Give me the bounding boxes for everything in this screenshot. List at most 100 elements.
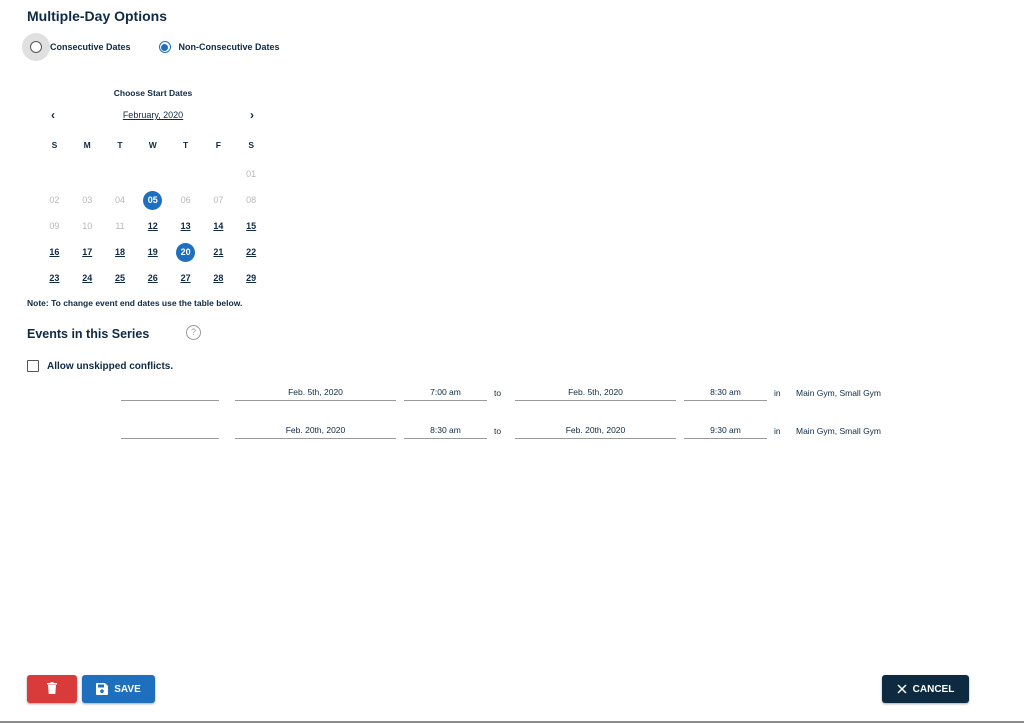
radio-dot [161,43,169,51]
calendar-day-label: 28 [213,273,224,283]
calendar-day-29[interactable]: 29 [235,265,268,291]
calendar-nav: ‹ February, 2020 › [40,108,266,122]
calendar-day-label: 04 [114,195,125,205]
weekday-header: M [83,140,91,150]
delete-button[interactable] [27,675,77,703]
calendar-day-label: 03 [82,195,93,205]
event-name-input[interactable] [121,424,219,439]
calendar-day-label: 25 [114,273,125,283]
calendar-day-13[interactable]: 13 [169,213,202,239]
calendar-day-23[interactable]: 23 [38,265,71,291]
calendar-title: Choose Start Dates [113,88,193,98]
calendar-day-label: 02 [49,195,60,205]
calendar-day-11: 11 [104,213,137,239]
calendar-grid: S M T W T F S 01 02 03 04 05 06 07 08 09 10 11 12 13 14 15 16 1… [38,135,268,291]
calendar-day-12[interactable]: 12 [136,213,169,239]
cancel-label: CANCEL [912,683,955,695]
end-date-input[interactable]: Feb. 5th, 2020 [515,386,676,401]
calendar-day-label: 15 [246,221,257,231]
radio-circle-unchecked[interactable] [30,41,42,53]
calendar-day-05[interactable]: 05 [136,187,169,213]
calendar-day-label: 19 [147,247,158,257]
calendar-day-27[interactable]: 27 [169,265,202,291]
floppy-disk-icon [96,683,109,695]
calendar-day-08: 08 [235,187,268,213]
event-name-input[interactable] [121,386,219,401]
page-title: Multiple-Day Options [27,8,167,24]
chevron-right-icon[interactable]: › [250,108,254,122]
calendar-blank [136,161,169,187]
help-circle-icon[interactable]: ? [186,325,201,340]
calendar-month-label[interactable]: February, 2020 [40,108,266,122]
calendar-day-15[interactable]: 15 [235,213,268,239]
calendar-day-06: 06 [169,187,202,213]
radio-label: Consecutive Dates [50,42,131,52]
calendar-day-label: 13 [180,221,191,231]
calendar-day-label: 27 [180,273,191,283]
radio-non-consecutive-dates[interactable]: Non-Consecutive Dates [151,33,280,61]
calendar-day-10: 10 [71,213,104,239]
calendar-note: Note: To change event end dates use the … [27,298,243,308]
calendar-day-24[interactable]: 24 [71,265,104,291]
radio-focus-halo [22,33,50,61]
calendar-day-22[interactable]: 22 [235,239,268,265]
radio-label: Non-Consecutive Dates [178,42,280,52]
to-label: to [494,426,502,436]
start-time-input[interactable]: 8:30 am [404,424,487,439]
calendar-day-17[interactable]: 17 [71,239,104,265]
close-icon [897,684,907,694]
calendar-day-03: 03 [71,187,104,213]
calendar-day-label: 17 [82,247,93,257]
cancel-button[interactable]: CANCEL [882,675,969,703]
calendar-day-label: 14 [213,221,224,231]
calendar-day-21[interactable]: 21 [202,239,235,265]
weekday-header: S [248,140,255,150]
calendar-blank [202,161,235,187]
calendar-day-label: 18 [114,247,125,257]
weekday-header: T [117,140,123,150]
calendar-day-label: 29 [246,273,257,283]
to-label: to [494,388,502,398]
weekday-header: T [182,140,189,150]
radio-halo [151,33,179,61]
save-label: SAVE [114,683,141,695]
trash-icon [47,681,57,697]
location-text: Main Gym, Small Gym [796,388,882,398]
calendar-day-label: 05 [143,190,163,210]
allow-conflicts-label: Allow unskipped conflicts. [47,360,174,372]
calendar-day-25[interactable]: 25 [104,265,137,291]
calendar-day-09: 09 [38,213,71,239]
weekday-header: S [51,140,58,150]
calendar-day-label: 09 [49,221,60,231]
calendar-day-label: 06 [180,195,191,205]
calendar-day-label: 24 [82,273,93,283]
end-date-input[interactable]: Feb. 20th, 2020 [515,424,676,439]
start-date-input[interactable]: Feb. 20th, 2020 [235,424,396,439]
allow-conflicts-row[interactable]: Allow unskipped conflicts. [27,360,173,372]
end-time-input[interactable]: 8:30 am [684,386,767,401]
calendar-day-18[interactable]: 18 [104,239,137,265]
calendar-day-label: 10 [82,221,93,231]
start-date-input[interactable]: Feb. 5th, 2020 [235,386,396,401]
calendar-blank [104,161,137,187]
calendar-day-16[interactable]: 16 [38,239,71,265]
calendar-day-19[interactable]: 19 [136,239,169,265]
allow-conflicts-checkbox[interactable] [27,360,39,372]
calendar-day-label: 07 [213,195,224,205]
calendar-blank [71,161,104,187]
calendar-day-26[interactable]: 26 [136,265,169,291]
radio-circle-checked[interactable] [158,41,171,53]
calendar-day-label: 20 [176,242,196,262]
calendar-day-28[interactable]: 28 [202,265,235,291]
calendar-day-14[interactable]: 14 [202,213,235,239]
save-button[interactable]: SAVE [82,675,155,703]
in-label: in [774,426,781,436]
start-time-input[interactable]: 7:00 am [404,386,487,401]
calendar-day-20[interactable]: 20 [169,239,202,265]
end-time-input[interactable]: 9:30 am [684,424,767,439]
weekday-header: F [215,140,221,150]
calendar-day-label: 22 [246,247,257,257]
radio-consecutive-dates[interactable]: Consecutive Dates [22,33,131,61]
calendar-day-01: 01 [235,161,268,187]
location-text: Main Gym, Small Gym [796,426,882,436]
